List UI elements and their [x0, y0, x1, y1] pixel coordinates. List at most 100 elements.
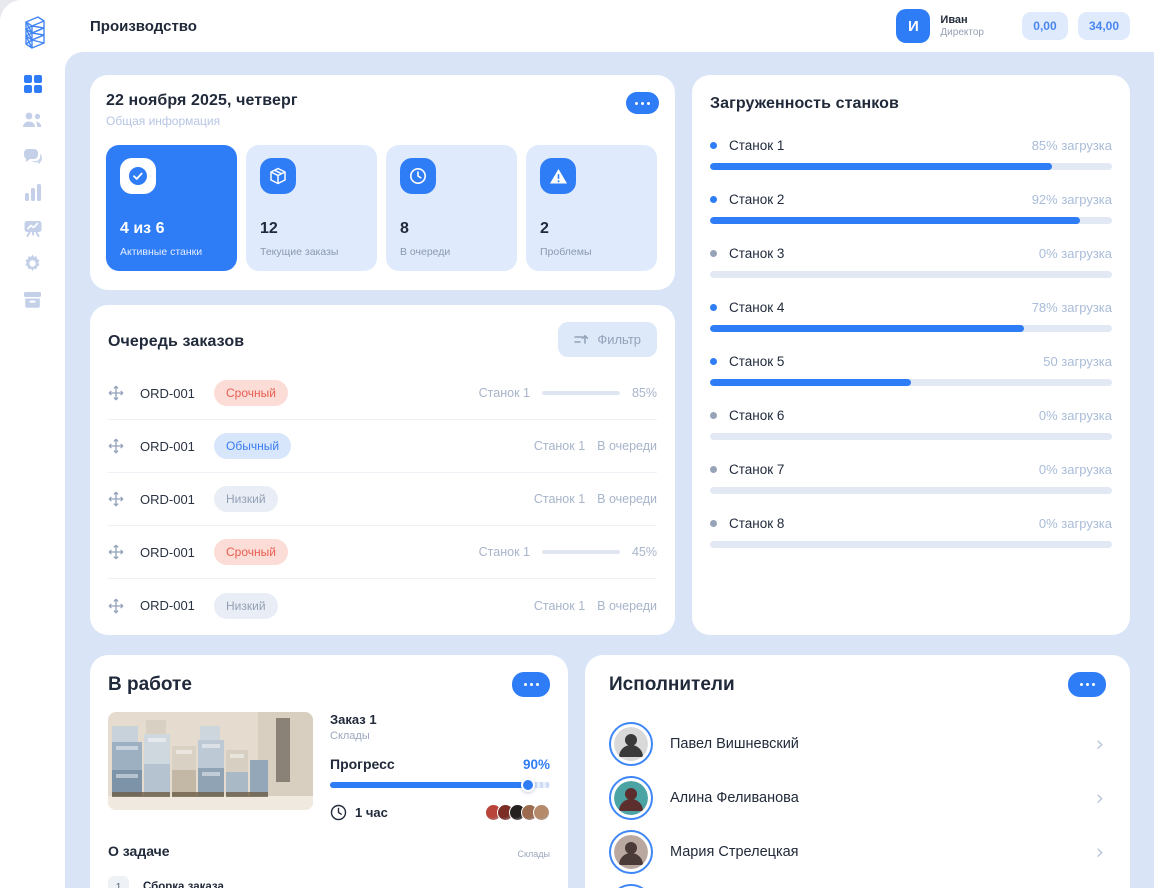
machine-load-label: 50 загрузка	[1043, 354, 1112, 369]
user-role: Директор	[940, 27, 984, 39]
machine-row: Станок 185% загрузка	[710, 138, 1112, 170]
order-id: ORD-001	[140, 492, 198, 507]
order-row[interactable]: ORD-001НизкийСтанок 1В очереди	[108, 473, 657, 526]
stat-tile-1[interactable]: 4 из 6 Активные станки	[106, 145, 237, 271]
drag-handle-icon[interactable]	[108, 544, 124, 560]
team-avatars[interactable]	[490, 804, 550, 821]
progress-slider-handle[interactable]	[521, 778, 535, 792]
filter-button[interactable]: Фильтр	[558, 322, 657, 357]
order-id: ORD-001	[140, 386, 198, 401]
machine-load-bar	[710, 217, 1112, 224]
stat-label: В очереди	[400, 246, 450, 258]
machine-row: Станок 292% загрузка	[710, 192, 1112, 224]
content-area: 22 ноября 2025, четверг Общая информация…	[65, 52, 1154, 888]
stat-tile-2[interactable]: 12Текущие заказы	[246, 145, 377, 271]
order-row[interactable]: ORD-001СрочныйСтанок 185%	[108, 367, 657, 420]
sidebar-item-chat[interactable]	[18, 148, 48, 168]
task-item[interactable]: 1 Сборка заказа	[108, 876, 550, 888]
header-badge-2[interactable]: 34,00	[1078, 12, 1130, 40]
bar-chart-icon	[24, 183, 42, 206]
presentation-chart-icon	[23, 219, 43, 242]
progress-slider[interactable]	[330, 782, 550, 788]
executor-avatar	[609, 884, 653, 888]
sidebar	[0, 0, 65, 888]
machine-name: Станок 7	[729, 462, 784, 477]
machine-load-bar	[710, 487, 1112, 494]
in-work-menu-button[interactable]	[512, 672, 550, 697]
order-id: ORD-001	[140, 439, 198, 454]
team-member-avatar[interactable]	[533, 804, 550, 821]
chevron-right-icon[interactable]: ›	[1096, 734, 1104, 755]
executors-menu-button[interactable]	[1068, 672, 1106, 697]
machine-status-dot	[710, 142, 717, 149]
sidebar-item-dashboard[interactable]	[18, 76, 48, 96]
about-task-tag: Склады	[517, 849, 550, 859]
user-avatar[interactable]: И	[896, 9, 930, 43]
order-id: ORD-001	[140, 598, 198, 613]
machine-row: Станок 60% загрузка	[710, 408, 1112, 440]
stat-tile-4[interactable]: 2Проблемы	[526, 145, 657, 271]
priority-badge: Срочный	[214, 539, 288, 565]
order-queue-card: Очередь заказов Фильтр ORD-001СрочныйСта…	[90, 305, 675, 635]
order-row[interactable]: ORD-001НизкийСтанок 1В очереди	[108, 579, 657, 632]
order-machine: Станок 1	[479, 545, 530, 559]
executor-row[interactable]: Мария Стрелецкая›	[609, 825, 1106, 879]
progress-value: 90%	[523, 757, 550, 772]
order-photo	[108, 712, 313, 810]
drag-handle-icon[interactable]	[108, 491, 124, 507]
overview-subtitle: Общая информация	[106, 114, 298, 128]
stat-label: Текущие заказы	[260, 246, 338, 258]
executor-row[interactable]: Алина Феливанова›	[609, 771, 1106, 825]
priority-badge: Низкий	[214, 486, 278, 512]
stat-label: Активные станки	[120, 246, 202, 258]
overview-menu-button[interactable]	[626, 92, 659, 114]
task-number: 1	[108, 876, 129, 888]
order-machine: Станок 1	[479, 386, 530, 400]
machine-load-bar	[710, 163, 1112, 170]
order-progress-label: 85%	[632, 386, 657, 400]
drag-handle-icon[interactable]	[108, 438, 124, 454]
header-badge-1[interactable]: 0,00	[1022, 12, 1068, 40]
executor-avatar	[609, 830, 653, 874]
drag-handle-icon[interactable]	[108, 385, 124, 401]
machine-name: Станок 4	[729, 300, 784, 315]
sidebar-item-presentation-chart[interactable]	[18, 220, 48, 240]
sidebar-item-bar-chart[interactable]	[18, 184, 48, 204]
order-id: ORD-001	[140, 545, 198, 560]
order-row[interactable]: ORD-001 Обычный Станок 1 В очереди	[108, 420, 657, 473]
stat-value: 4 из 6	[120, 220, 164, 238]
machine-load-label: 85% загрузка	[1032, 138, 1112, 153]
executor-row[interactable]: Павел Вишневский›	[609, 717, 1106, 771]
machine-status-dot	[710, 466, 717, 473]
machine-load-label: 0% загрузка	[1039, 516, 1112, 531]
chevron-right-icon[interactable]: ›	[1096, 788, 1104, 809]
order-status: В очереди	[597, 439, 657, 453]
machine-name: Станок 8	[729, 516, 784, 531]
machine-load-label: 0% загрузка	[1039, 246, 1112, 261]
machine-name: Станок 6	[729, 408, 784, 423]
priority-badge: Обычный	[214, 433, 291, 459]
stat-tile-3[interactable]: 8В очереди	[386, 145, 517, 271]
sidebar-item-archive[interactable]	[18, 292, 48, 312]
machine-load-bar	[710, 271, 1112, 278]
machine-status-dot	[710, 304, 717, 311]
machine-load-label: 92% загрузка	[1032, 192, 1112, 207]
drag-handle-icon[interactable]	[108, 598, 124, 614]
sidebar-item-users[interactable]	[18, 112, 48, 132]
machine-load-label: 78% загрузка	[1032, 300, 1112, 315]
order-progress-bar	[542, 550, 620, 554]
machine-row: Станок 30% загрузка	[710, 246, 1112, 278]
order-row[interactable]: ORD-001СрочныйСтанок 145%	[108, 526, 657, 579]
machine-load-card: Загруженность станков Станок 185% загруз…	[692, 75, 1130, 635]
machine-status-dot	[710, 250, 717, 257]
overview-date-title: 22 ноября 2025, четверг	[106, 92, 298, 110]
machine-status-dot	[710, 520, 717, 527]
app-logo-icon[interactable]	[13, 12, 53, 52]
order-machine: Станок 1	[534, 439, 585, 453]
order-status: В очереди	[597, 599, 657, 613]
chevron-right-icon[interactable]: ›	[1096, 842, 1104, 863]
stat-label: Проблемы	[540, 246, 592, 258]
machines-title: Загруженность станков	[710, 95, 1112, 113]
sidebar-item-gear[interactable]	[18, 256, 48, 276]
executor-row[interactable]	[609, 879, 1106, 888]
